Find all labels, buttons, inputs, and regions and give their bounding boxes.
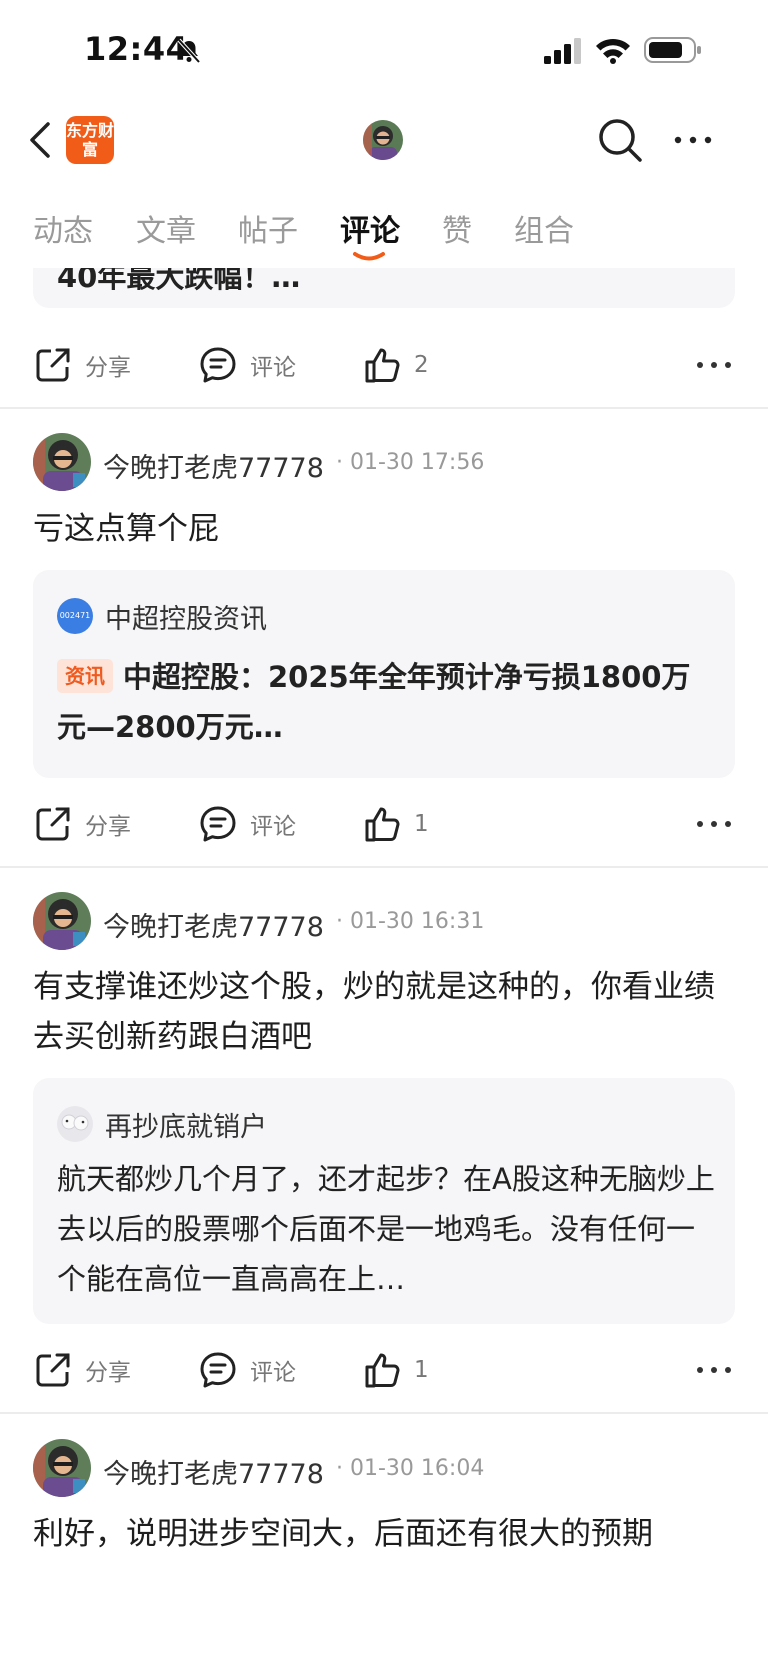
thumbs-up-icon [365, 1353, 400, 1388]
quoted-post-card[interactable]: 再抄底就销户 航天都炒几个月了，还才起步？在A股这种无脑炒上去以后的股票哪个后面… [33, 1078, 735, 1324]
bell-muted-icon [177, 38, 201, 64]
divider [0, 407, 768, 409]
like-button[interactable]: 2 [362, 335, 429, 395]
dot-separator: · [336, 450, 343, 475]
like-count: 1 [414, 811, 429, 837]
thumbs-up-icon [365, 807, 400, 842]
quoted-source-name: 中超控股资讯 [105, 603, 267, 635]
post-time-value: 01-30 17:56 [350, 450, 485, 475]
quoted-post-text: 资讯 中超控股：2025年全年预计净亏损1800万元—2800万元… [57, 652, 717, 752]
share-label: 分享 [85, 355, 131, 381]
comment-button[interactable]: 评论 [198, 794, 296, 854]
more-icon[interactable] [694, 816, 734, 832]
avatar[interactable] [33, 433, 91, 491]
comment-label: 评论 [250, 814, 296, 840]
signal-icon [544, 38, 581, 64]
user-avatar-icon [57, 1106, 93, 1142]
tab-articles[interactable]: 文章 [136, 206, 196, 250]
more-icon[interactable] [694, 357, 734, 373]
divider [0, 866, 768, 868]
wifi-icon [596, 38, 630, 64]
post-author[interactable]: 今晚打老虎77778 · 01-30 16:31 [33, 892, 733, 952]
share-button[interactable]: 分享 [33, 1340, 131, 1400]
profile-tabs: 动态 文章 帖子 评论 赞 组合 [0, 190, 768, 268]
post-action-bar: 分享 评论 1 [0, 794, 768, 854]
share-button[interactable]: 分享 [33, 335, 131, 395]
news-tag: 资讯 [57, 659, 113, 693]
dot-separator: · [336, 1456, 343, 1481]
comment-label: 评论 [250, 355, 296, 381]
post-time: · 01-30 16:31 [336, 909, 484, 934]
status-bar: 12:44 [0, 0, 768, 100]
comment-label: 评论 [250, 1360, 296, 1386]
tab-active-indicator [353, 252, 385, 261]
stock-badge-icon: 002471 [57, 598, 93, 634]
like-count: 2 [414, 352, 429, 378]
more-options-icon[interactable] [672, 128, 714, 152]
nav-bar: 东方财富 [0, 100, 768, 180]
status-time: 12:44 [84, 30, 189, 68]
quoted-post-title: 中超控股：2025年全年预计净亏损1800万元—2800万元… [57, 660, 691, 744]
author-name[interactable]: 今晚打老虎77778 [103, 1452, 324, 1491]
quoted-source[interactable]: 002471 中超控股资讯 [57, 596, 267, 636]
quoted-source[interactable]: 再抄底就销户 [57, 1104, 267, 1144]
comment-icon [200, 347, 236, 383]
post-time: · 01-30 16:04 [336, 1456, 484, 1481]
post-time: · 01-30 17:56 [336, 450, 484, 475]
share-icon [36, 1353, 70, 1387]
comment-button[interactable]: 评论 [198, 335, 296, 395]
quoted-source-name: 再抄底就销户 [105, 1111, 267, 1143]
post-author[interactable]: 今晚打老虎77778 · 01-30 16:04 [33, 1439, 733, 1499]
quoted-post-card[interactable]: 40年最大跌幅！… [33, 268, 735, 308]
dot-separator: · [336, 909, 343, 934]
tab-portfolios[interactable]: 组合 [514, 206, 574, 250]
author-name[interactable]: 今晚打老虎77778 [103, 905, 324, 944]
quoted-post-card[interactable]: 002471 中超控股资讯 资讯 中超控股：2025年全年预计净亏损1800万元—… [33, 570, 735, 778]
battery-icon [644, 37, 701, 63]
post-action-bar: 分享 评论 1 [0, 1340, 768, 1400]
more-icon[interactable] [694, 1362, 734, 1378]
like-button[interactable]: 1 [362, 1340, 429, 1400]
tab-likes[interactable]: 赞 [442, 206, 472, 250]
share-button[interactable]: 分享 [33, 794, 131, 854]
post-text[interactable]: 亏这点算个屁 [33, 504, 738, 554]
avatar[interactable] [33, 892, 91, 950]
share-label: 分享 [85, 1360, 131, 1386]
avatar[interactable] [33, 1439, 91, 1497]
post-author[interactable]: 今晚打老虎77778 · 01-30 17:56 [33, 433, 733, 493]
comment-icon [200, 806, 236, 842]
app-logo[interactable]: 东方财富 [66, 116, 114, 164]
like-count: 1 [414, 1357, 429, 1383]
comment-icon [200, 1352, 236, 1388]
thumbs-up-icon [365, 348, 400, 383]
like-button[interactable]: 1 [362, 794, 429, 854]
share-label: 分享 [85, 814, 131, 840]
post-action-bar: 分享 评论 2 [0, 335, 768, 395]
share-icon [36, 807, 70, 841]
author-name[interactable]: 今晚打老虎77778 [103, 446, 324, 485]
post-time-value: 01-30 16:04 [350, 1456, 485, 1481]
back-arrow-icon[interactable] [22, 116, 62, 164]
quoted-post-text: 40年最大跌幅！… [57, 268, 301, 294]
tab-comments[interactable]: 评论 [340, 206, 400, 250]
comment-feed: 40年最大跌幅！… 分享 评论 2 今晚打老虎77778 · 01-30 17:… [0, 268, 768, 1663]
profile-avatar[interactable] [363, 120, 403, 160]
tab-posts[interactable]: 帖子 [238, 206, 298, 250]
search-icon[interactable] [596, 116, 644, 164]
post-time-value: 01-30 16:31 [350, 909, 485, 934]
post-text[interactable]: 有支撑谁还炒这个股，炒的就是这种的，你看业绩去买创新药跟白酒吧 [33, 962, 738, 1062]
quoted-post-text: 航天都炒几个月了，还才起步？在A股这种无脑炒上去以后的股票哪个后面不是一地鸡毛。… [57, 1162, 715, 1296]
divider [0, 1412, 768, 1414]
post-text[interactable]: 利好，说明进步空间大，后面还有很大的预期 [33, 1509, 738, 1559]
comment-button[interactable]: 评论 [198, 1340, 296, 1400]
tab-dynamic[interactable]: 动态 [33, 206, 93, 250]
share-icon [36, 348, 70, 382]
